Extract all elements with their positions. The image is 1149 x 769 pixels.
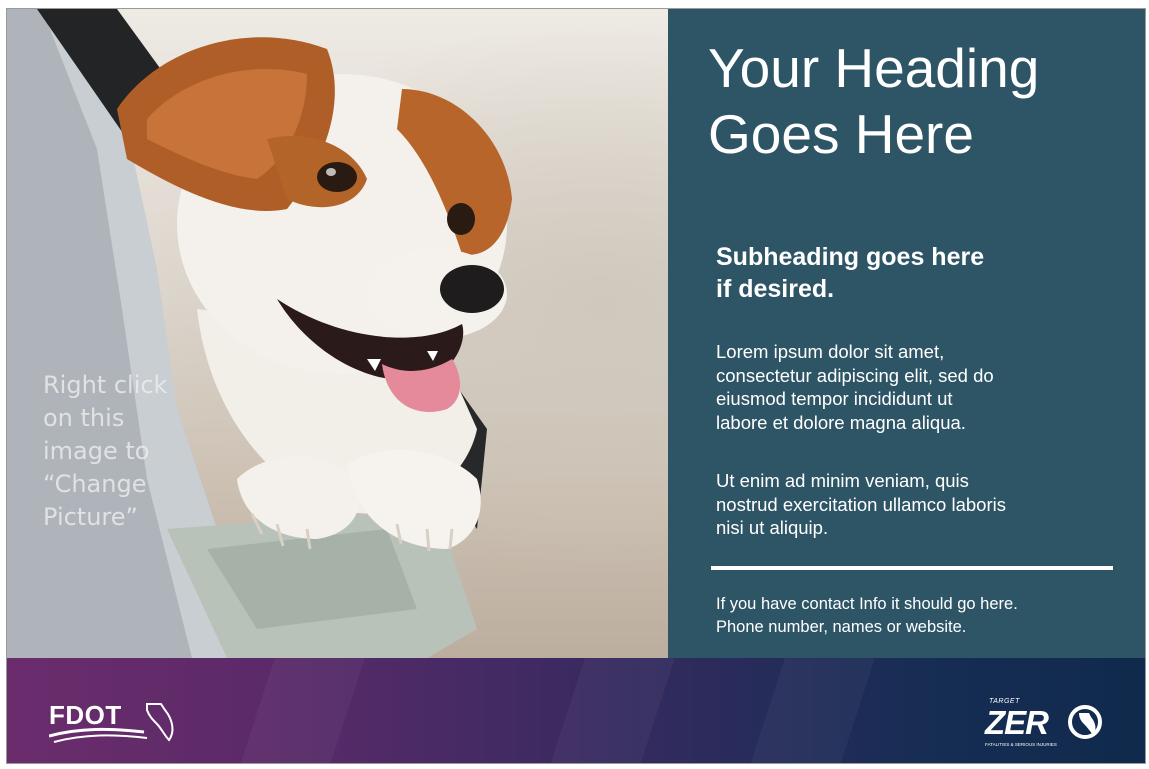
footer-streak	[232, 658, 372, 763]
dog-illustration	[7, 9, 512, 658]
florida-state-icon	[1068, 705, 1102, 739]
subheading: Subheading goes here if desired.	[716, 243, 985, 303]
footer-streak	[742, 658, 882, 763]
body-paragraph: Lorem ipsum dolor sit amet, consectetur …	[716, 341, 994, 433]
flyer-slide: Right click on this image to “Change Pic…	[6, 8, 1146, 764]
divider	[711, 566, 1113, 570]
text-panel: Your Heading Goes Here Subheading goes h…	[668, 9, 1145, 658]
target-zero-main-text: ZER	[985, 704, 1049, 741]
target-zero-logo: TARGET ZER FATALITIES & SERIOUS INJURIES	[985, 698, 1115, 753]
target-zero-subtitle: FATALITIES & SERIOUS INJURIES	[985, 742, 1057, 747]
fdot-logo: FDOT	[49, 698, 179, 746]
dog-photo[interactable]: Right click on this image to “Change Pic…	[7, 9, 668, 658]
footer-band: FDOT TARGET ZER FATALITIES & SERIOUS INJ…	[7, 658, 1145, 763]
body-paragraph: Ut enim ad minim veniam, quis nostrud ex…	[716, 470, 1006, 538]
change-picture-hint: Right click on this image to “Change Pic…	[43, 371, 168, 531]
florida-state-icon	[49, 703, 174, 743]
footer-streak	[542, 658, 682, 763]
contact-info: If you have contact Info it should go he…	[716, 595, 1018, 636]
heading: Your Heading Goes Here	[708, 37, 1040, 165]
